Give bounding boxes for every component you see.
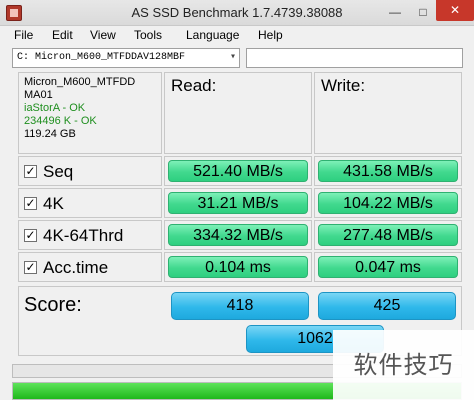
test-row-4k: ✓ 4K bbox=[18, 188, 162, 218]
menu-file[interactable]: File bbox=[14, 28, 33, 42]
test-row-acc-time: ✓ Acc.time bbox=[18, 252, 162, 282]
maximize-button[interactable]: □ bbox=[412, 4, 434, 21]
acc-time-write-value: 0.047 ms bbox=[318, 256, 458, 278]
seq-write-cell: 431.58 MB/s bbox=[314, 156, 462, 186]
acc-time-label: Acc.time bbox=[43, 258, 109, 277]
4k-64thrd-read-cell: 334.32 MB/s bbox=[164, 220, 312, 250]
test-row-seq: ✓ Seq bbox=[18, 156, 162, 186]
acc-time-write-cell: 0.047 ms bbox=[314, 252, 462, 282]
status-field bbox=[246, 48, 463, 68]
drive-size: 119.24 GB bbox=[24, 128, 76, 140]
acc-time-checkbox[interactable]: ✓ bbox=[24, 261, 37, 274]
write-column-header: Write: bbox=[314, 72, 462, 154]
score-write-value: 425 bbox=[318, 292, 456, 320]
drive-select[interactable]: C: Micron_M600_MTFDDAV128MBF ▾ bbox=[12, 48, 240, 68]
menu-bar: File Edit View Tools Language Help bbox=[0, 26, 474, 46]
4k-label: 4K bbox=[43, 194, 64, 213]
drive-alignment-status: 234496 K - OK bbox=[24, 115, 97, 127]
test-row-4k-64thrd: ✓ 4K-64Thrd bbox=[18, 220, 162, 250]
drive-select-value: C: Micron_M600_MTFDDAV128MBF bbox=[17, 52, 186, 63]
seq-label: Seq bbox=[43, 162, 74, 181]
drive-model: Micron_M600_MTFDD bbox=[24, 76, 136, 88]
close-button[interactable]: ✕ bbox=[436, 0, 474, 21]
seq-read-cell: 521.40 MB/s bbox=[164, 156, 312, 186]
menu-edit[interactable]: Edit bbox=[52, 28, 73, 42]
4k-64thrd-write-cell: 277.48 MB/s bbox=[314, 220, 462, 250]
score-label: Score: bbox=[24, 294, 82, 316]
4k-write-cell: 104.22 MB/s bbox=[314, 188, 462, 218]
seq-write-value: 431.58 MB/s bbox=[318, 160, 458, 182]
drive-firmware: MA01 bbox=[24, 89, 53, 101]
seq-checkbox[interactable]: ✓ bbox=[24, 165, 37, 178]
title-bar: AS SSD Benchmark 1.7.4739.38088 — □ ✕ bbox=[0, 0, 474, 26]
menu-help[interactable]: Help bbox=[258, 28, 283, 42]
read-column-header: Read: bbox=[164, 72, 312, 154]
4k-read-cell: 31.21 MB/s bbox=[164, 188, 312, 218]
menu-view[interactable]: View bbox=[90, 28, 116, 42]
chevron-down-icon[interactable]: ▾ bbox=[230, 51, 236, 63]
drive-info-panel: Micron_M600_MTFDD MA01 iaStorA - OK 2344… bbox=[18, 72, 162, 154]
4k-64thrd-checkbox[interactable]: ✓ bbox=[24, 229, 37, 242]
menu-tools[interactable]: Tools bbox=[134, 28, 162, 42]
acc-time-read-value: 0.104 ms bbox=[168, 256, 308, 278]
acc-time-read-cell: 0.104 ms bbox=[164, 252, 312, 282]
watermark: 软件技巧 bbox=[333, 330, 474, 400]
seq-read-value: 521.40 MB/s bbox=[168, 160, 308, 182]
4k-checkbox[interactable]: ✓ bbox=[24, 197, 37, 210]
menu-language[interactable]: Language bbox=[186, 28, 239, 42]
minimize-button[interactable]: — bbox=[384, 4, 406, 21]
4k-64thrd-write-value: 277.48 MB/s bbox=[318, 224, 458, 246]
4k-write-value: 104.22 MB/s bbox=[318, 192, 458, 214]
4k-read-value: 31.21 MB/s bbox=[168, 192, 308, 214]
4k-64thrd-read-value: 334.32 MB/s bbox=[168, 224, 308, 246]
score-read-value: 418 bbox=[171, 292, 309, 320]
4k-64thrd-label: 4K-64Thrd bbox=[43, 226, 124, 245]
drive-driver-status: iaStorA - OK bbox=[24, 102, 86, 114]
